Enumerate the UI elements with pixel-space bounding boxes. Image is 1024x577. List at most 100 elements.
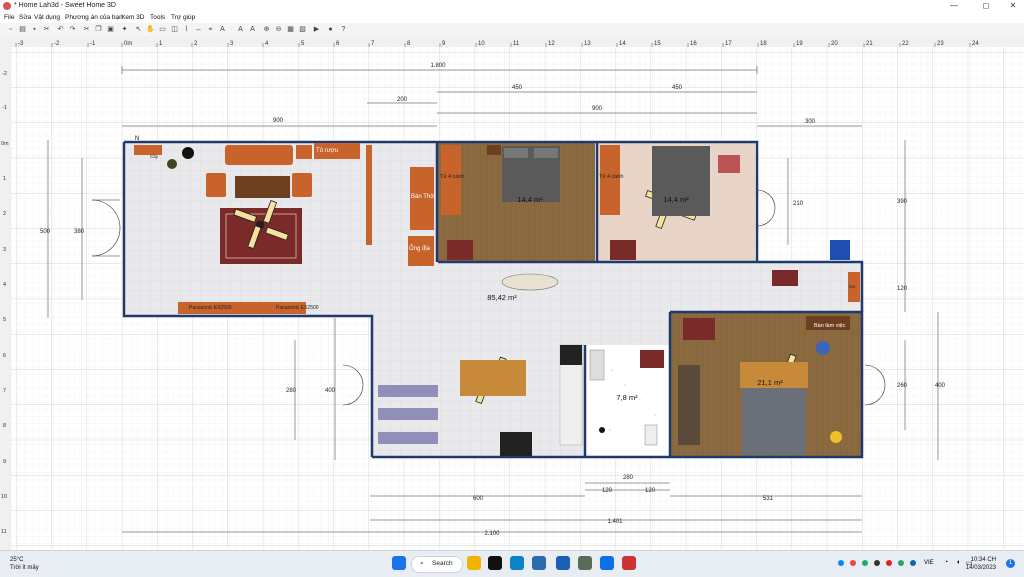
desk-2[interactable]	[718, 155, 740, 173]
zoom-icon[interactable]	[600, 556, 614, 570]
wall-icon[interactable]: ▭	[158, 25, 167, 34]
floor-plan[interactable]: 1.800 900 200 450 450 900 300 500 380 39…	[11, 47, 1024, 550]
plugin-icon[interactable]: ●	[326, 25, 335, 34]
tray-icon[interactable]	[850, 560, 856, 566]
help-icon[interactable]: ?	[339, 25, 348, 34]
redo-icon[interactable]: ↷	[68, 25, 77, 34]
zoom-out-icon[interactable]: ⊖	[274, 25, 283, 34]
dimension-label: 200	[397, 97, 408, 103]
dining-table-oval[interactable]	[501, 273, 559, 291]
weather-temperature: 25°C	[10, 557, 24, 563]
bed-2[interactable]	[652, 146, 710, 216]
cut-icon[interactable]: ✂	[42, 25, 51, 34]
open-icon[interactable]: ▤	[18, 25, 27, 34]
tiktok-icon[interactable]	[488, 556, 502, 570]
text-A-icon[interactable]: A	[236, 25, 245, 34]
toilet[interactable]	[644, 424, 658, 446]
menu-file[interactable]: File	[4, 14, 14, 21]
tray-icon[interactable]	[862, 560, 868, 566]
file-explorer-icon[interactable]	[467, 556, 481, 570]
system-clock[interactable]: 10:34 CH 14/03/2023	[966, 556, 996, 572]
tray-icon[interactable]	[910, 560, 916, 566]
new-icon[interactable]: ▫	[6, 25, 15, 34]
close-button[interactable]: ✕	[1002, 0, 1024, 12]
stool[interactable]	[830, 431, 842, 443]
clock-date: 14/03/2023	[965, 565, 996, 571]
wifi-icon[interactable]: ◔	[944, 559, 948, 566]
corridor-rug[interactable]	[772, 270, 798, 286]
armchair-left[interactable]	[206, 173, 226, 197]
volume-icon[interactable]: ◖	[956, 559, 960, 566]
dimension-icon[interactable]: ↔	[194, 25, 203, 34]
maximize-button[interactable]: ◻	[975, 0, 997, 12]
undo-icon[interactable]: ↶	[56, 25, 65, 34]
cut2-icon[interactable]: ✂	[82, 25, 91, 34]
sofa[interactable]	[225, 145, 293, 165]
wardrobe-2[interactable]	[600, 145, 620, 215]
ruler-left-label: 6	[3, 353, 6, 359]
dimension-label: 120	[645, 488, 656, 494]
armchair-right[interactable]	[292, 173, 312, 197]
notification-badge[interactable]: 1	[1006, 559, 1015, 568]
menu-3d-view[interactable]: Xem 3D	[121, 14, 144, 21]
polyline-icon[interactable]: ⌇	[182, 25, 191, 34]
zoom-in-icon[interactable]: ⊕	[262, 25, 271, 34]
weather-widget[interactable]: 25°C Trời ít mây	[10, 556, 39, 572]
copy-icon[interactable]: ❐	[94, 25, 103, 34]
rug-small-2[interactable]	[610, 240, 636, 260]
menu-help[interactable]: Trợ giúp	[171, 14, 195, 21]
edge-icon[interactable]	[510, 556, 524, 570]
room-icon[interactable]: ◫	[170, 25, 179, 34]
store-icon[interactable]	[532, 556, 546, 570]
menu-edit[interactable]: Sửa	[19, 14, 31, 21]
tray-icon[interactable]	[838, 560, 844, 566]
save-icon[interactable]: ▪	[30, 25, 39, 34]
bike-3[interactable]	[378, 432, 438, 444]
photos-icon[interactable]	[578, 556, 592, 570]
menu-plan[interactable]: Phương án của bạn	[65, 14, 123, 21]
compass-icon[interactable]: N	[135, 136, 139, 142]
coffee-table[interactable]	[235, 176, 290, 198]
sink[interactable]	[589, 349, 605, 381]
office-chair[interactable]	[816, 341, 830, 355]
pan-icon[interactable]: ✋	[146, 25, 155, 34]
select-icon[interactable]: ↖	[134, 25, 143, 34]
rug[interactable]	[220, 208, 302, 264]
tray-icon[interactable]	[898, 560, 904, 566]
search-box[interactable]: ⌕ Search	[411, 556, 463, 573]
tray-icon[interactable]	[886, 560, 892, 566]
bold-icon[interactable]: A	[248, 25, 257, 34]
sweethome3d-icon[interactable]	[622, 556, 636, 570]
plant-pot[interactable]	[167, 159, 177, 169]
partition[interactable]	[366, 145, 372, 245]
start-icon[interactable]	[392, 556, 406, 570]
text-size-icon[interactable]: A	[218, 25, 227, 34]
rug-small[interactable]	[447, 240, 473, 260]
nightstand[interactable]	[487, 145, 501, 155]
label-icon[interactable]: ⌖	[206, 25, 215, 34]
fridge[interactable]	[560, 345, 582, 365]
plan-canvas[interactable]: 1.800 900 200 450 450 900 300 500 380 39…	[11, 47, 1024, 550]
add-furniture-icon[interactable]: ✦	[120, 25, 129, 34]
language-indicator[interactable]: VIE	[924, 560, 934, 566]
create-video-icon[interactable]: ▶	[312, 25, 321, 34]
dining-table[interactable]	[460, 360, 526, 396]
bike-1[interactable]	[378, 385, 438, 397]
bath-rug[interactable]	[640, 350, 664, 368]
paste-icon[interactable]: ▣	[106, 25, 115, 34]
appliance[interactable]	[500, 432, 532, 456]
create-photo-icon[interactable]: ▧	[298, 25, 307, 34]
menu-furniture[interactable]: Vật dụng	[34, 14, 60, 21]
rug-master[interactable]	[683, 318, 715, 340]
bike-2[interactable]	[378, 408, 438, 420]
lamp[interactable]	[182, 147, 194, 159]
tray-icon[interactable]	[874, 560, 880, 566]
minimize-button[interactable]: —	[943, 0, 965, 12]
word-icon[interactable]	[556, 556, 570, 570]
side-table[interactable]	[296, 145, 312, 159]
plan-view-icon[interactable]: ▦	[286, 25, 295, 34]
menu-tools[interactable]: Tools	[150, 14, 165, 21]
blue-box[interactable]	[830, 240, 850, 260]
wardrobe-master[interactable]	[678, 365, 700, 445]
wardrobe-1[interactable]	[441, 145, 461, 215]
